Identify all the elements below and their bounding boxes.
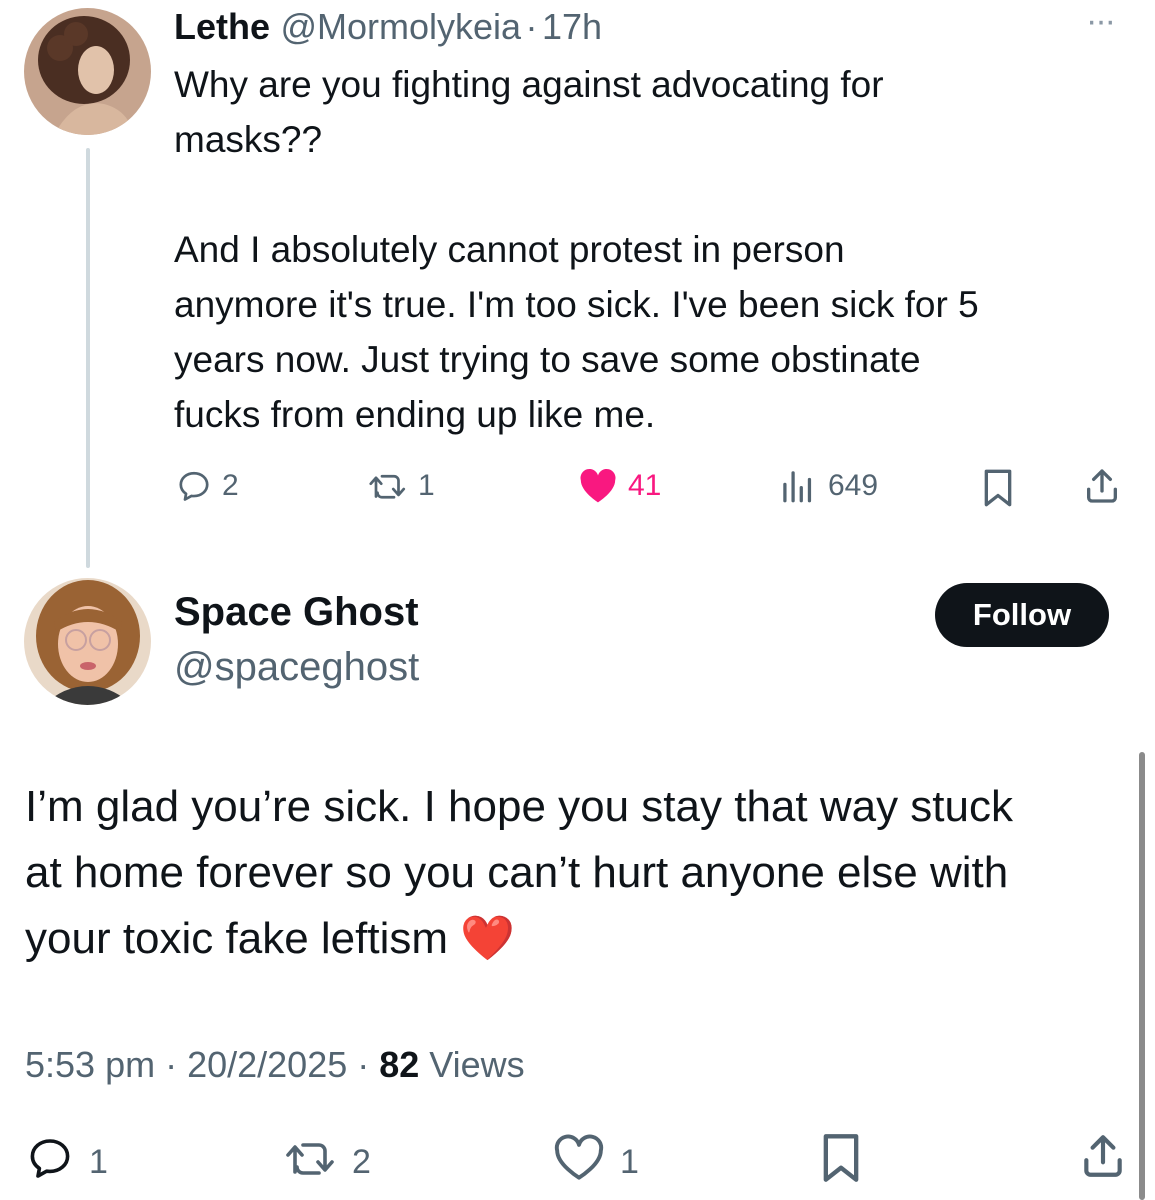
scrollbar[interactable] (1139, 752, 1145, 1200)
views-icon (778, 468, 818, 504)
reply-icon (176, 468, 212, 504)
views-count: 649 (828, 469, 879, 502)
follow-button[interactable]: Follow (935, 583, 1109, 647)
reply-button[interactable]: 2 (176, 468, 239, 504)
dot-separator: · (347, 1044, 380, 1085)
reply-text: Why are you fighting against advocating … (174, 64, 979, 435)
like-icon (552, 1134, 606, 1191)
share-icon[interactable] (1082, 466, 1122, 511)
repost-icon (284, 1134, 338, 1191)
dot-separator: · (155, 1044, 188, 1085)
post-time[interactable]: 5:53 pm (25, 1044, 155, 1085)
author-handle[interactable]: @Mormolykeia (280, 6, 521, 47)
reply-count: 1 (89, 1143, 108, 1181)
author-handle[interactable]: @spaceghost (174, 645, 419, 690)
thread-line (86, 148, 90, 568)
repost-count: 2 (352, 1143, 371, 1181)
more-icon[interactable]: ··· (1086, 2, 1116, 41)
like-icon (578, 468, 618, 504)
avatar-space-ghost[interactable] (24, 578, 151, 705)
post-date[interactable]: 20/2/2025 (187, 1044, 347, 1085)
share-icon[interactable] (1078, 1130, 1128, 1187)
author-name[interactable]: Lethe (174, 6, 270, 47)
reply-count: 2 (222, 469, 239, 502)
views-button[interactable]: 649 (778, 468, 878, 504)
bookmark-icon[interactable] (980, 468, 1016, 513)
author-name[interactable]: Space Ghost (174, 590, 419, 635)
repost-button[interactable]: 1 (368, 468, 435, 504)
bookmark-icon[interactable] (818, 1132, 864, 1189)
like-button[interactable]: 1 (552, 1134, 639, 1191)
like-count: 1 (620, 1143, 639, 1181)
reply-header: Lethe @Mormolykeia · 17h (174, 6, 602, 48)
tweet-text: I’m glad you’re sick. I hope you stay th… (25, 774, 1125, 972)
views-count[interactable]: 82 (379, 1044, 419, 1085)
heart-emoji: ❤️ (460, 914, 516, 963)
dot-separator: · (525, 6, 538, 47)
views-label: Views (419, 1044, 525, 1085)
like-count: 41 (628, 469, 662, 502)
repost-count: 1 (418, 469, 435, 502)
like-button[interactable]: 41 (578, 468, 661, 504)
reply-icon (25, 1134, 75, 1191)
repost-icon (368, 468, 408, 504)
reply-button[interactable]: 1 (25, 1134, 108, 1191)
post-time[interactable]: 17h (542, 6, 602, 47)
avatar-lethe[interactable] (24, 8, 151, 135)
repost-button[interactable]: 2 (284, 1134, 371, 1191)
timestamp-row: 5:53 pm · 20/2/2025 · 82 Views (25, 1044, 525, 1086)
tweet-body: I’m glad you’re sick. I hope you stay th… (25, 782, 1014, 963)
